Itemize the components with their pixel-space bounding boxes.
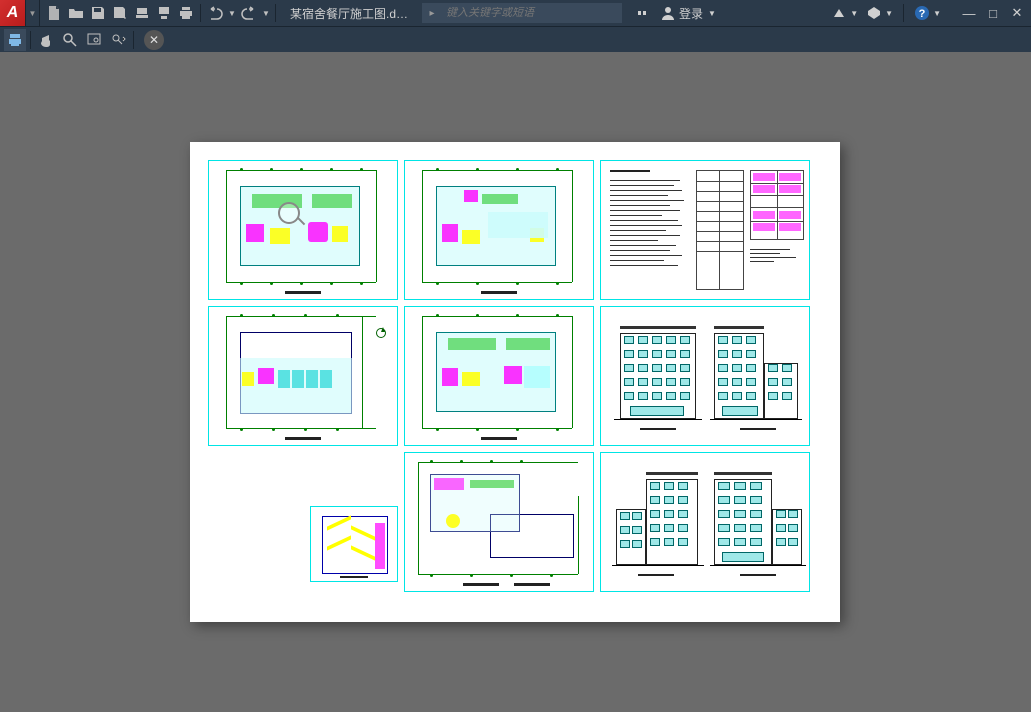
sheet-plan-5 <box>404 452 594 592</box>
login-dropdown-icon: ▼ <box>708 9 716 18</box>
app-menu-button[interactable]: A <box>0 0 26 26</box>
pan-icon[interactable] <box>35 29 57 51</box>
redo-icon[interactable] <box>239 3 259 23</box>
plot-preview-toolbar: ✕ <box>0 26 1031 52</box>
sheet-plan-3 <box>208 306 398 446</box>
sheet-plan-4 <box>404 306 594 446</box>
search-input[interactable] <box>442 7 622 19</box>
open-icon[interactable] <box>66 3 86 23</box>
login-button[interactable]: 登录 ▼ <box>660 5 716 22</box>
app-menu-dropdown[interactable]: ▼ <box>26 0 40 26</box>
qat-separator <box>200 4 201 22</box>
search-toggle-icon[interactable]: ▸ <box>422 8 442 19</box>
sheet-plan-1 <box>208 160 398 300</box>
infocenter-sign-icon[interactable] <box>634 5 650 21</box>
quick-access-toolbar: ▼ ▼ <box>40 3 282 23</box>
user-icon <box>660 5 676 21</box>
plot-sep-1 <box>30 31 31 49</box>
close-preview-button[interactable]: ✕ <box>144 30 164 50</box>
sheet-elevation-1 <box>600 306 810 446</box>
plot-icon[interactable] <box>132 3 152 23</box>
titlebar: A ▼ ▼ ▼ 某宿舍餐厅施工图.d… ▸ 登录 ▼ ▼ ▼ ?▼ — □ ✕ <box>0 0 1031 26</box>
autodesk-app-icon[interactable]: ▼ <box>866 5 893 21</box>
minimize-button[interactable]: — <box>959 3 979 23</box>
magnifier-icon <box>278 202 300 224</box>
publish-icon[interactable] <box>154 3 174 23</box>
zoom-window-icon[interactable] <box>83 29 105 51</box>
sheet-elevation-2 <box>600 452 810 592</box>
exchange-icon[interactable]: ▼ <box>831 5 858 21</box>
close-button[interactable]: ✕ <box>1007 3 1027 23</box>
undo-dropdown-icon[interactable]: ▼ <box>227 3 237 23</box>
titlebar-right: ▼ ▼ ?▼ — □ ✕ <box>831 3 1031 23</box>
paper-preview <box>190 142 840 622</box>
undo-icon[interactable] <box>205 3 225 23</box>
plot-button[interactable] <box>4 29 26 51</box>
redo-dropdown-icon[interactable]: ▼ <box>261 3 271 23</box>
north-arrow-icon <box>376 328 386 338</box>
title-sep <box>903 4 904 22</box>
sheet-notes <box>600 160 810 300</box>
plot-sep-2 <box>133 31 134 49</box>
qat-separator-2 <box>275 4 276 22</box>
maximize-button[interactable]: □ <box>983 3 1003 23</box>
window-controls: — □ ✕ <box>959 3 1027 23</box>
preview-area[interactable] <box>0 52 1031 712</box>
svg-text:?: ? <box>919 8 926 20</box>
document-title: 某宿舍餐厅施工图.d… <box>282 5 416 22</box>
zoom-icon[interactable] <box>59 29 81 51</box>
sheet-section-stair <box>310 506 398 582</box>
saveas-icon[interactable] <box>110 3 130 23</box>
zoom-previous-icon[interactable] <box>107 29 129 51</box>
app-letter: A <box>7 4 19 22</box>
search-box: ▸ <box>422 3 622 23</box>
save-icon[interactable] <box>88 3 108 23</box>
print-icon[interactable] <box>176 3 196 23</box>
help-icon[interactable]: ?▼ <box>914 5 941 21</box>
new-icon[interactable] <box>44 3 64 23</box>
sheet-plan-2 <box>404 160 594 300</box>
login-label: 登录 <box>679 5 703 22</box>
